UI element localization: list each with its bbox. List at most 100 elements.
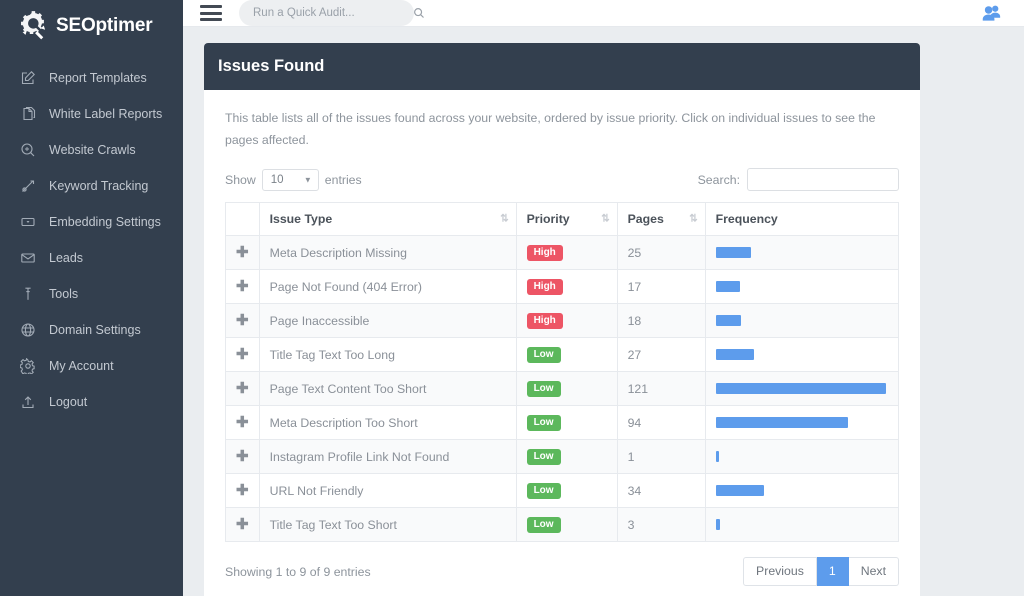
priority-cell: Low [516,372,617,406]
card-body: This table lists all of the issues found… [204,90,920,596]
chevron-down-icon: ▼ [304,175,312,184]
expand-cell[interactable]: ✚ [226,372,260,406]
sidebar-item-my-account[interactable]: My Account [0,348,183,384]
frequency-cell [705,406,898,440]
expand-cell[interactable]: ✚ [226,270,260,304]
plus-icon[interactable]: ✚ [236,312,249,329]
column-priority[interactable]: Priority ⇅ [516,203,617,236]
priority-cell: High [516,270,617,304]
sidebar-item-domain-settings[interactable]: Domain Settings [0,312,183,348]
table-header-row: Issue Type ⇅ Priority ⇅ Pages ⇅ [226,203,899,236]
pages-cell: 94 [617,406,705,440]
table-row[interactable]: ✚Page InaccessibleHigh18 [226,304,899,338]
plus-icon[interactable]: ✚ [236,414,249,431]
expand-cell[interactable]: ✚ [226,474,260,508]
pages-cell: 34 [617,474,705,508]
issue-type-cell: Meta Description Too Short [259,406,516,440]
frequency-bar [716,417,848,428]
sidebar-item-label: Website Crawls [49,143,136,157]
table-row[interactable]: ✚Title Tag Text Too LongLow27 [226,338,899,372]
plus-icon[interactable]: ✚ [236,516,249,533]
sidebar-item-label: Tools [49,287,78,301]
priority-cell: Low [516,440,617,474]
brand[interactable]: SEOptimer [0,0,183,52]
column-label: Priority [527,212,570,226]
expand-cell[interactable]: ✚ [226,440,260,474]
table-description: This table lists all of the issues found… [225,108,899,151]
quick-audit-search[interactable] [239,0,414,26]
trend-line-icon [19,178,36,195]
status-badge: High [527,245,563,261]
plus-icon[interactable]: ✚ [236,278,249,295]
show-entries-group: Show 10 ▼ entries [225,169,362,191]
show-label: Show [225,173,256,187]
priority-cell: High [516,304,617,338]
expand-cell[interactable]: ✚ [226,304,260,338]
table-search-input[interactable] [747,168,899,191]
app-root: SEOptimer Report Templates White Label R… [0,0,1024,596]
sidebar-item-leads[interactable]: Leads [0,240,183,276]
frequency-bar [716,281,740,292]
status-badge: High [527,313,563,329]
frequency-bar [716,485,764,496]
pagination: Previous 1 Next [743,557,899,586]
page-1-button[interactable]: 1 [817,557,849,586]
sort-updown-icon[interactable]: ⇅ [689,214,696,225]
topbar [183,0,1024,27]
sort-updown-icon[interactable]: ⇅ [601,214,608,225]
expand-cell[interactable]: ✚ [226,338,260,372]
page-size-select[interactable]: 10 ▼ [262,169,319,191]
frequency-cell [705,440,898,474]
search-icon [413,7,425,19]
table-row[interactable]: ✚Instagram Profile Link Not FoundLow1 [226,440,899,474]
table-row[interactable]: ✚ Meta Description Missing High 25 [226,236,899,270]
status-badge: Low [527,449,561,465]
pages-cell: 25 [617,236,705,270]
sidebar-item-embedding-settings[interactable]: Embedding Settings [0,204,183,240]
frequency-cell [705,270,898,304]
sidebar-item-keyword-tracking[interactable]: Keyword Tracking [0,168,183,204]
sidebar-item-logout[interactable]: Logout [0,384,183,420]
sidebar-item-white-label-reports[interactable]: White Label Reports [0,96,183,132]
plus-icon[interactable]: ✚ [236,482,249,499]
plus-icon[interactable]: ✚ [236,346,249,363]
table-row[interactable]: ✚Page Text Content Too ShortLow121 [226,372,899,406]
sidebar: SEOptimer Report Templates White Label R… [0,0,183,596]
plus-icon[interactable]: ✚ [236,380,249,397]
expand-cell[interactable]: ✚ [226,406,260,440]
expand-cell[interactable]: ✚ [226,508,260,542]
priority-cell: High [516,236,617,270]
frequency-bar [716,451,719,462]
entries-label: entries [325,173,362,187]
column-frequency: Frequency [705,203,898,236]
next-page-button[interactable]: Next [849,557,899,586]
sidebar-item-label: Logout [49,395,87,409]
expand-cell[interactable]: ✚ [226,236,260,270]
sidebar-item-website-crawls[interactable]: Website Crawls [0,132,183,168]
column-pages[interactable]: Pages ⇅ [617,203,705,236]
table-footer: Showing 1 to 9 of 9 entries Previous 1 N… [225,557,899,586]
priority-cell: Low [516,508,617,542]
sidebar-item-label: Embedding Settings [49,215,161,229]
sidebar-item-tools[interactable]: Tools [0,276,183,312]
pages-cell: 3 [617,508,705,542]
plus-icon[interactable]: ✚ [236,448,249,465]
table-row[interactable]: ✚Page Not Found (404 Error)High17 [226,270,899,304]
sidebar-item-label: Report Templates [49,71,147,85]
table-row[interactable]: ✚URL Not FriendlyLow34 [226,474,899,508]
users-icon[interactable] [979,1,1004,26]
issue-type-cell: Meta Description Missing [259,236,516,270]
table-row[interactable]: ✚Title Tag Text Too ShortLow3 [226,508,899,542]
hamburger-icon[interactable] [200,5,222,21]
plus-icon[interactable]: ✚ [236,244,249,261]
column-issue-type[interactable]: Issue Type ⇅ [259,203,516,236]
search-input[interactable] [253,7,407,19]
sort-updown-icon[interactable]: ⇅ [500,214,507,225]
previous-page-button[interactable]: Previous [743,557,817,586]
issue-type-cell: Instagram Profile Link Not Found [259,440,516,474]
frequency-bar [716,383,886,394]
frequency-bar [716,247,751,258]
sidebar-item-report-templates[interactable]: Report Templates [0,60,183,96]
table-row[interactable]: ✚Meta Description Too ShortLow94 [226,406,899,440]
documents-icon [19,106,36,123]
